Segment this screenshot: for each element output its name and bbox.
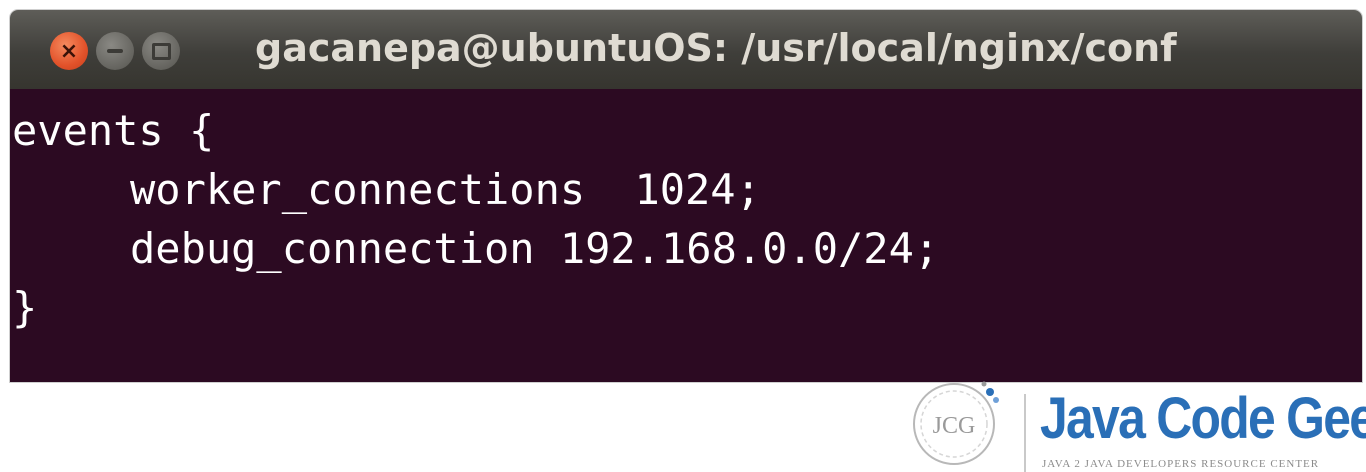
jcg-watermark: JCG Java Code Geeks Java 2 Java Develope… [908, 360, 1366, 472]
close-icon[interactable]: × [50, 32, 88, 70]
close-glyph: × [59, 38, 79, 64]
logo-divider [1024, 394, 1026, 472]
terminal-output[interactable]: events { worker_connections 1024; debug_… [10, 89, 1362, 382]
minimize-icon[interactable] [96, 32, 134, 70]
terminal-line: debug_connection 192.168.0.0/24; [12, 219, 1362, 278]
maximize-box [151, 42, 171, 60]
window-controls: × [50, 32, 180, 70]
worker-connections-key: worker_connections [130, 165, 586, 214]
terminal-line: worker_connections 1024; [12, 160, 1362, 219]
brand-tagline: Java 2 Java Developers Resource Center [1042, 458, 1320, 470]
terminal-line: } [12, 278, 1362, 337]
minimize-bar [107, 49, 123, 53]
terminal-line: events { [12, 101, 1362, 160]
jcg-badge-icon: JCG [913, 381, 999, 465]
events-block-open: events { [12, 106, 215, 155]
maximize-icon[interactable] [142, 32, 180, 70]
terminal-window: × gacanepa@ubuntuOS: /usr/local/nginx/co… [10, 10, 1362, 382]
window-title: gacanepa@ubuntuOS: /usr/local/nginx/conf [255, 26, 1177, 70]
window-titlebar[interactable]: × gacanepa@ubuntuOS: /usr/local/nginx/co… [10, 10, 1362, 89]
debug-connection-directive: debug_connection 192.168.0.0/24; [130, 224, 940, 273]
brand-name: Java Code Geeks [1040, 386, 1366, 451]
worker-connections-value: 1024; [634, 165, 761, 214]
jcg-badge-text: JCG [933, 413, 976, 439]
events-block-close: } [12, 283, 38, 332]
